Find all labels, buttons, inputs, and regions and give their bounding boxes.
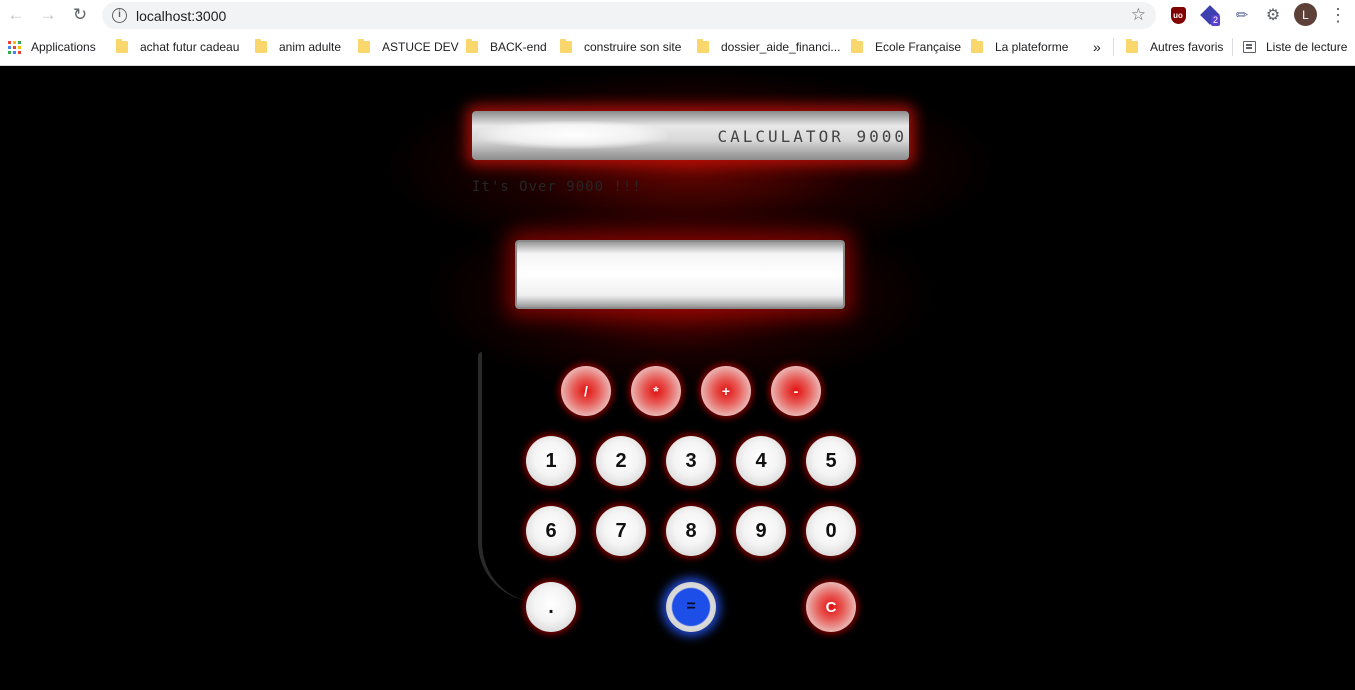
- bookmark-other-favorites[interactable]: Autres favoris: [1126, 36, 1223, 58]
- digit-2-button[interactable]: 2: [596, 436, 646, 486]
- digit-4-button[interactable]: 4: [736, 436, 786, 486]
- bookmark-star-icon[interactable]: ☆: [1131, 5, 1146, 25]
- digit-6-button[interactable]: 6: [526, 506, 576, 556]
- address-bar[interactable]: i localhost:3000 ☆: [102, 2, 1156, 29]
- decimal-button[interactable]: .: [526, 582, 576, 632]
- forward-arrow-icon[interactable]: →: [36, 4, 60, 26]
- digit-7-button[interactable]: 7: [596, 506, 646, 556]
- bookmark-label: Liste de lecture: [1266, 40, 1348, 54]
- bookmark-label: anim adulte: [279, 40, 342, 54]
- bookmark-folder[interactable]: construire son site: [560, 36, 681, 58]
- bookmark-label: Applications: [31, 40, 96, 54]
- bookmark-folder[interactable]: achat futur cadeau: [116, 36, 239, 58]
- reload-icon[interactable]: ↻: [68, 4, 92, 26]
- extension-badge: 2: [1211, 15, 1221, 26]
- cube-extension-icon[interactable]: 2: [1200, 5, 1221, 26]
- decorative-wire: [478, 352, 538, 602]
- bookmark-folder[interactable]: ASTUCE DEV: [358, 36, 459, 58]
- digit-8-button[interactable]: 8: [666, 506, 716, 556]
- bookmark-folder[interactable]: Ecole Française: [851, 36, 961, 58]
- bookmark-label: Ecole Française: [875, 40, 962, 54]
- calculator-title-bar: CALCULATOR 9000: [472, 111, 909, 160]
- bookmark-applications[interactable]: Applications: [8, 36, 96, 58]
- folder-icon: [851, 39, 863, 53]
- bookmark-label: Autres favoris: [1150, 40, 1224, 54]
- bookmark-folder[interactable]: BACK-end: [466, 36, 547, 58]
- ublock-shield-label: uo: [1170, 6, 1186, 24]
- folder-icon: [697, 39, 709, 53]
- digit-9-button[interactable]: 9: [736, 506, 786, 556]
- divide-button[interactable]: /: [561, 366, 611, 416]
- digit-0-button[interactable]: 0: [806, 506, 856, 556]
- browser-toolbar: ← → ↻ i localhost:3000 ☆ uo 2 ✏ ⚙ L ⋮: [0, 0, 1355, 30]
- digit-3-button[interactable]: 3: [666, 436, 716, 486]
- ublock-extension-icon[interactable]: uo: [1168, 5, 1188, 25]
- clear-button[interactable]: C: [806, 582, 856, 632]
- digit-1-button[interactable]: 1: [526, 436, 576, 486]
- calculator-page: CALCULATOR 9000 It's Over 9000 !!! / * +…: [0, 66, 1355, 690]
- subtract-button[interactable]: -: [771, 366, 821, 416]
- multiply-button[interactable]: *: [631, 366, 681, 416]
- folder-icon: [971, 39, 983, 53]
- folder-icon: [358, 39, 370, 53]
- calculator-title: CALCULATOR 9000: [717, 127, 907, 146]
- address-url[interactable]: localhost:3000: [136, 8, 226, 24]
- bookmark-reading-list[interactable]: Liste de lecture: [1243, 36, 1347, 58]
- folder-icon: [255, 39, 267, 53]
- bookmark-label: dossier_aide_financi...: [721, 40, 841, 54]
- equals-button[interactable]: =: [666, 582, 716, 632]
- bookmarks-divider: [1232, 38, 1233, 56]
- reading-list-icon: [1243, 41, 1256, 53]
- site-info-icon[interactable]: i: [112, 8, 127, 23]
- folder-icon: [1126, 39, 1138, 53]
- bookmark-folder[interactable]: dossier_aide_financi...: [697, 36, 840, 58]
- folder-icon: [560, 39, 572, 53]
- add-button[interactable]: +: [701, 366, 751, 416]
- more-bookmarks-chevron-icon[interactable]: »: [1093, 36, 1101, 58]
- eyedropper-extension-icon[interactable]: ✏: [1232, 5, 1252, 25]
- bookmark-label: achat futur cadeau: [140, 40, 240, 54]
- bookmark-label: BACK-end: [490, 40, 547, 54]
- calculator-subtitle: It's Over 9000 !!!: [472, 179, 642, 195]
- digit-5-button[interactable]: 5: [806, 436, 856, 486]
- extensions-puzzle-icon[interactable]: ⚙: [1263, 5, 1283, 25]
- folder-icon: [466, 39, 478, 53]
- back-arrow-icon[interactable]: ←: [4, 4, 28, 26]
- folder-icon: [116, 39, 128, 53]
- bookmark-label: construire son site: [584, 40, 682, 54]
- bookmark-folder[interactable]: La plateforme: [971, 36, 1068, 58]
- bookmark-label: ASTUCE DEV: [382, 40, 459, 54]
- bookmarks-bar: Applications achat futur cadeau anim adu…: [0, 36, 1355, 58]
- apps-grid-icon: [8, 40, 21, 54]
- browser-chrome: ← → ↻ i localhost:3000 ☆ uo 2 ✏ ⚙ L ⋮ Ap…: [0, 0, 1355, 66]
- bookmark-label: La plateforme: [995, 40, 1069, 54]
- bookmarks-divider: [1113, 38, 1114, 56]
- browser-menu-icon[interactable]: ⋮: [1329, 4, 1347, 26]
- profile-avatar[interactable]: L: [1294, 3, 1317, 26]
- bookmark-folder[interactable]: anim adulte: [255, 36, 341, 58]
- calculator-display: [515, 240, 845, 309]
